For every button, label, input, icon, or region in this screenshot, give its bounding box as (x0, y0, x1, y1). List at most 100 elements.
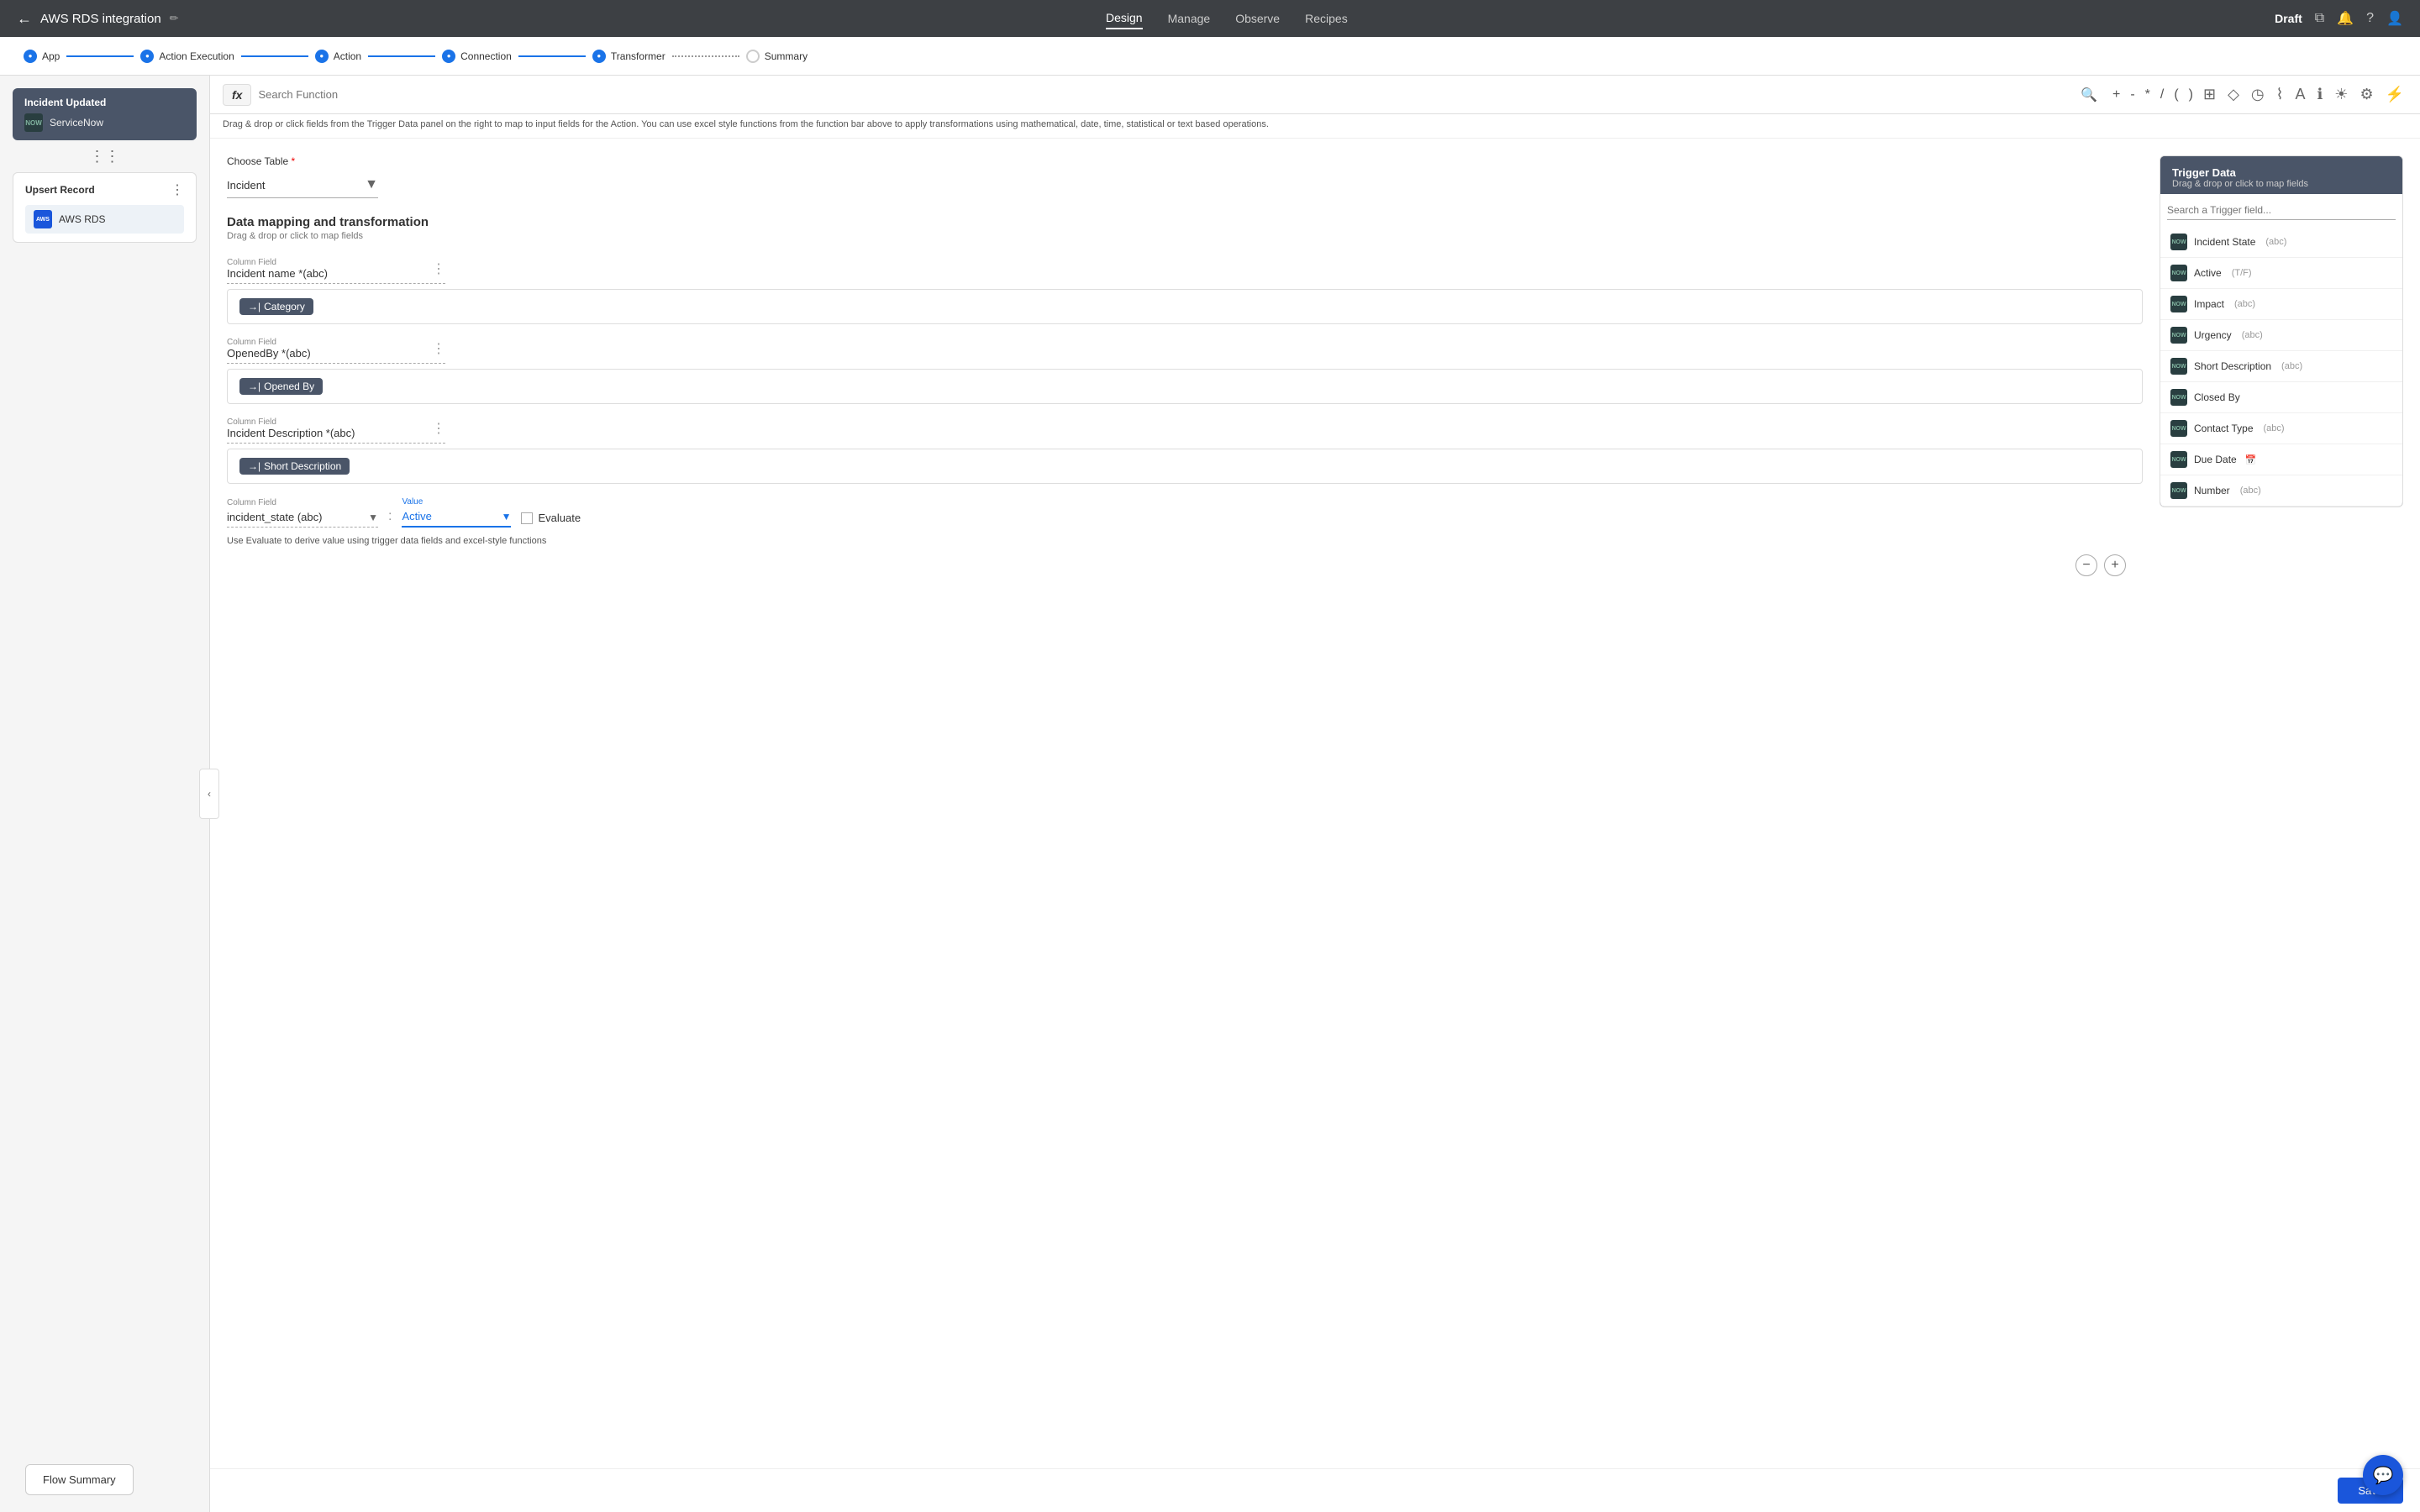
column-field-label-2: Column Field OpenedBy *(abc) (227, 338, 311, 360)
column-field-2: Column Field OpenedBy *(abc) ⋮ (227, 338, 445, 364)
func-ops: + - * / ( ) (2112, 87, 2193, 102)
step-dot-action: ● (315, 50, 329, 63)
back-button[interactable]: ← (17, 10, 32, 28)
trigger-field-short-description[interactable]: NOW Short Description (abc) (2160, 351, 2402, 382)
fx-button[interactable]: fx (223, 84, 251, 106)
search-function-icon[interactable]: 🔍 (2081, 87, 2097, 103)
field-select-arrow-icon: ▼ (368, 512, 378, 523)
calendar-icon: 📅 (2245, 454, 2257, 465)
multiply-op[interactable]: * (2145, 87, 2150, 102)
step-summary[interactable]: Summary (739, 50, 814, 63)
value-col-active: Value Active ▼ (402, 497, 511, 528)
field-select-wrap[interactable]: incident_state (abc) ▼ (227, 507, 378, 528)
form-area: Choose Table * Incident ▼ Data mapping a… (210, 139, 2420, 1468)
aws-rds-row[interactable]: AWS AWS RDS (25, 205, 184, 234)
chip-text-1: Category (264, 301, 305, 312)
text-tool-icon[interactable]: A (2291, 82, 2308, 107)
step-transformer[interactable]: ● Transformer (586, 50, 672, 63)
plus-op[interactable]: + (2112, 87, 2120, 102)
trigger-search-input[interactable] (2167, 201, 2396, 220)
flow-summary-button[interactable]: Flow Summary (25, 1464, 134, 1495)
trigger-header: Trigger Data Drag & drop or click to map… (2160, 156, 2402, 194)
field-logo-number: NOW (2170, 482, 2187, 499)
mapping-menu-2[interactable]: ⋮ (432, 340, 445, 357)
save-area: Save (210, 1468, 2420, 1512)
mapping-input-3[interactable]: →| Short Description (227, 449, 2143, 484)
field-logo-due-date: NOW (2170, 451, 2187, 468)
mapping-row-1: Column Field Incident name *(abc) ⋮ →| C… (227, 258, 2143, 324)
edit-icon[interactable]: ✏ (170, 12, 179, 25)
field-name-short-description: Short Description (2194, 360, 2271, 372)
mapping-input-2[interactable]: →| Opened By (227, 369, 2143, 404)
col-field-sub-2: Column Field (227, 338, 311, 347)
user-icon[interactable]: 👤 (2386, 10, 2403, 27)
table-dropdown[interactable]: Incident ▼ (227, 172, 378, 198)
external-link-icon[interactable]: ⧉ (2315, 11, 2324, 26)
mapping-chip-2: →| Opened By (239, 378, 323, 395)
chip-text-2: Opened By (264, 381, 314, 392)
tab-recipes[interactable]: Recipes (1305, 8, 1348, 29)
help-icon[interactable]: ? (2366, 11, 2374, 26)
incident-node: Incident Updated NOW ServiceNow (13, 88, 197, 140)
field-type-urgency: (abc) (2242, 330, 2263, 340)
collapse-sidebar-button[interactable]: ‹ (199, 769, 219, 819)
nav-left: ← AWS RDS integration ✏ (17, 10, 179, 28)
trigger-field-urgency[interactable]: NOW Urgency (abc) (2160, 320, 2402, 351)
upsert-menu-icon[interactable]: ⋮ (171, 181, 184, 198)
trigger-field-closed-by[interactable]: NOW Closed By (2160, 382, 2402, 413)
search-function-input[interactable] (258, 88, 2074, 101)
grid-tool-icon[interactable]: ⊞ (2200, 82, 2219, 107)
trigger-field-contact-type[interactable]: NOW Contact Type (abc) (2160, 413, 2402, 444)
sun-tool-icon[interactable]: ☀ (2331, 82, 2351, 107)
bar-tool-icon[interactable]: ⌇ (2273, 82, 2287, 107)
minus-op[interactable]: - (2130, 87, 2134, 102)
tab-observe[interactable]: Observe (1235, 8, 1280, 29)
evaluate-checkbox[interactable] (521, 512, 533, 524)
step-dot-app: ● (24, 50, 37, 63)
trigger-field-number[interactable]: NOW Number (abc) (2160, 475, 2402, 507)
table-selector: Choose Table * Incident ▼ (227, 155, 2143, 198)
col-field-sub-1: Column Field (227, 258, 328, 267)
remove-mapping-button[interactable]: − (2075, 554, 2097, 576)
main-layout: Incident Updated NOW ServiceNow ⋮ ⋮ Upser… (0, 76, 2420, 1512)
gear-tool-icon[interactable]: ⚙ (2356, 82, 2376, 107)
evaluate-wrap: Evaluate (521, 512, 581, 528)
mapping-menu-3[interactable]: ⋮ (432, 420, 445, 437)
trigger-field-due-date[interactable]: NOW Due Date 📅 (2160, 444, 2402, 475)
trigger-field-incident-state[interactable]: NOW Incident State (abc) (2160, 227, 2402, 258)
step-action[interactable]: ● Action (308, 50, 368, 63)
info-tool-icon[interactable]: ℹ (2313, 82, 2326, 107)
nav-right: Draft ⧉ 🔔 ? 👤 (2275, 10, 2403, 27)
mapping-input-1[interactable]: →| Category (227, 289, 2143, 324)
collapse-icon: ‹ (208, 788, 211, 800)
trigger-field-active[interactable]: NOW Active (T/F) (2160, 258, 2402, 289)
func-tools: ⊞ ◇ ◷ ⌇ A ℹ ☀ ⚙ ⚡ (2200, 82, 2407, 107)
mapping-menu-1[interactable]: ⋮ (432, 260, 445, 277)
tab-manage[interactable]: Manage (1168, 8, 1211, 29)
chart-tool-icon[interactable]: ◇ (2224, 82, 2243, 107)
col-field-val-2: OpenedBy *(abc) (227, 347, 311, 360)
active-select-wrap[interactable]: Active ▼ (402, 507, 511, 528)
step-app[interactable]: ● App (17, 50, 66, 63)
step-action-execution[interactable]: ● Action Execution (134, 50, 240, 63)
divide-op[interactable]: / (2160, 87, 2164, 102)
open-paren-op[interactable]: ( (2174, 87, 2178, 102)
lightning-tool-icon[interactable]: ⚡ (2382, 82, 2407, 107)
tab-design[interactable]: Design (1106, 8, 1143, 29)
bell-icon[interactable]: 🔔 (2337, 10, 2354, 27)
trigger-field-impact[interactable]: NOW Impact (abc) (2160, 289, 2402, 320)
clock-tool-icon[interactable]: ◷ (2248, 82, 2268, 107)
add-mapping-button[interactable]: + (2104, 554, 2126, 576)
trigger-sub: Drag & drop or click to map fields (2172, 179, 2391, 189)
main-content: fx 🔍 + - * / ( ) ⊞ ◇ ◷ ⌇ A ℹ ☀ ⚙ ⚡ (210, 76, 2420, 1512)
nav-center: Design Manage Observe Recipes (1106, 8, 1348, 29)
step-dot-connection: ● (442, 50, 455, 63)
upsert-header: Upsert Record ⋮ (25, 181, 184, 198)
step-connection[interactable]: ● Connection (435, 50, 518, 63)
trigger-search-wrap (2160, 194, 2402, 227)
step-line-3 (368, 55, 435, 57)
col-field-val-3: Incident Description *(abc) (227, 427, 355, 439)
incident-node-title: Incident Updated (24, 97, 185, 108)
chat-bubble-button[interactable]: 💬 (2363, 1455, 2403, 1495)
close-paren-op[interactable]: ) (2189, 87, 2193, 102)
